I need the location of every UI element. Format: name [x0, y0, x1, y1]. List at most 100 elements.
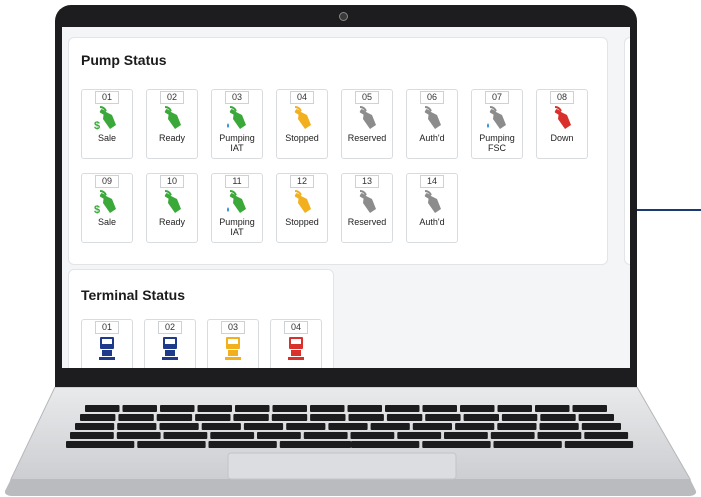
pump-tile-04[interactable]: 04 Stopped	[276, 89, 328, 159]
keyboard-key	[75, 423, 115, 430]
keyboard-key	[535, 405, 570, 412]
pump-tile-10[interactable]: 10 Ready	[146, 173, 198, 243]
terminal-number: 04	[284, 321, 308, 334]
keyboard-key	[156, 414, 193, 421]
adjacent-panel-edge	[624, 37, 630, 265]
keyboard-key	[201, 423, 241, 430]
pump-number: 13	[355, 175, 379, 188]
pump-tile-07[interactable]: 07 Pumping FSC	[471, 89, 523, 159]
terminal-tile-02[interactable]: 02	[144, 319, 196, 368]
pump-number: 06	[420, 91, 444, 104]
pump-status-label: Pumping IAT	[219, 133, 255, 153]
keyboard-key	[537, 432, 582, 439]
keyboard-key	[497, 405, 532, 412]
pump-tile-03[interactable]: 03 Pumping IAT	[211, 89, 263, 159]
terminal-number: 01	[95, 321, 119, 334]
pump-nozzle-pumping-icon	[224, 105, 250, 131]
pump-status-label: Stopped	[285, 133, 319, 143]
screen: Pump Status 01 $ Sale 02 Ready 03 Pumping IAT 0…	[62, 27, 630, 368]
keyboard-key	[310, 405, 345, 412]
pump-number: 10	[160, 175, 184, 188]
keyboard-key	[85, 405, 120, 412]
screen-bezel-bottom	[55, 368, 637, 388]
terminal-tile-01[interactable]: 01	[81, 319, 133, 368]
keyboard-key	[539, 423, 579, 430]
pump-nozzle-icon	[289, 105, 315, 131]
pump-number: 04	[290, 91, 314, 104]
pump-nozzle-pumping-icon	[224, 189, 250, 215]
keyboard-key	[208, 441, 277, 448]
pump-status-title: Pump Status	[81, 52, 167, 68]
pump-number: 01	[95, 91, 119, 104]
keyboard-key	[572, 405, 607, 412]
keyboard-key	[463, 414, 499, 421]
keyboard-key	[279, 441, 352, 448]
pump-number: 09	[95, 175, 119, 188]
keyboard-key	[118, 414, 154, 421]
keyboard-key	[490, 432, 535, 439]
pump-number: 08	[550, 91, 574, 104]
pump-status-label: Sale	[97, 133, 116, 143]
pump-status-label: Reserved	[347, 217, 387, 227]
pump-nozzle-pumping-icon	[484, 105, 510, 131]
keyboard-key	[493, 441, 562, 448]
pump-tile-01[interactable]: 01 $ Sale	[81, 89, 133, 159]
keyboard-key	[348, 414, 384, 421]
keyboard-key	[117, 423, 157, 430]
terminal-number: 03	[221, 321, 245, 334]
pump-nozzle-sale-icon: $	[94, 189, 120, 216]
pump-tile-11[interactable]: 11 Pumping IAT	[211, 173, 263, 243]
pump-tile-12[interactable]: 12 Stopped	[276, 173, 328, 243]
keyboard-key	[578, 414, 614, 421]
pump-number: 03	[225, 91, 249, 104]
pump-status-label: Pumping FSC	[479, 133, 515, 153]
keyboard-key	[235, 405, 270, 412]
pump-tile-02[interactable]: 02 Ready	[146, 89, 198, 159]
keyboard-key	[422, 405, 457, 412]
pump-status-label: Reserved	[347, 133, 387, 143]
pump-number: 02	[160, 91, 184, 104]
keyboard-key	[497, 423, 537, 430]
terminal-number: 02	[158, 321, 182, 334]
pump-nozzle-sale-icon: $	[94, 105, 120, 132]
pump-nozzle-icon	[354, 189, 380, 215]
terminal-status-panel: Terminal Status 01 02 03 04	[68, 269, 334, 368]
keyboard-key	[197, 405, 232, 412]
pump-status-label: Down	[550, 133, 574, 143]
keyboard-key	[540, 414, 576, 421]
pump-status-label: Auth'd	[419, 217, 445, 227]
keyboard-key	[303, 432, 348, 439]
keyboard-key	[328, 423, 368, 430]
keyboard-key	[137, 441, 206, 448]
pump-tile-14[interactable]: 14 Auth'd	[406, 173, 458, 243]
pump-nozzle-icon	[159, 105, 185, 131]
pump-nozzle-icon	[289, 189, 315, 215]
pump-nozzle-icon	[419, 105, 445, 131]
callout-line	[637, 209, 701, 211]
webcam	[339, 12, 348, 21]
terminal-tile-03[interactable]: 03	[207, 319, 259, 368]
pump-tile-13[interactable]: 13 Reserved	[341, 173, 393, 243]
pump-tile-05[interactable]: 05 Reserved	[341, 89, 393, 159]
keyboard-key	[386, 414, 423, 421]
pump-tile-08[interactable]: 08 Down	[536, 89, 588, 159]
pump-tile-09[interactable]: 09 $ Sale	[81, 173, 133, 243]
keyboard-key	[584, 432, 629, 439]
keyboard-key	[70, 432, 114, 439]
keyboard-key	[160, 405, 195, 412]
keyboard-key	[455, 423, 495, 430]
pump-status-label: Ready	[158, 217, 185, 227]
pump-tile-06[interactable]: 06 Auth'd	[406, 89, 458, 159]
pump-status-label: Pumping IAT	[219, 217, 255, 237]
keyboard-key	[271, 414, 308, 421]
keyboard-key	[501, 414, 538, 421]
svg-text:$: $	[94, 204, 100, 215]
terminal-icon	[283, 335, 309, 361]
pump-nozzle-icon	[354, 105, 380, 131]
keyboard-key	[397, 432, 442, 439]
terminal-icon	[220, 335, 246, 361]
terminal-tile-04[interactable]: 04	[270, 319, 322, 368]
keyboard-key	[116, 432, 161, 439]
svg-text:$: $	[94, 120, 100, 131]
keyboard-key	[370, 423, 410, 430]
